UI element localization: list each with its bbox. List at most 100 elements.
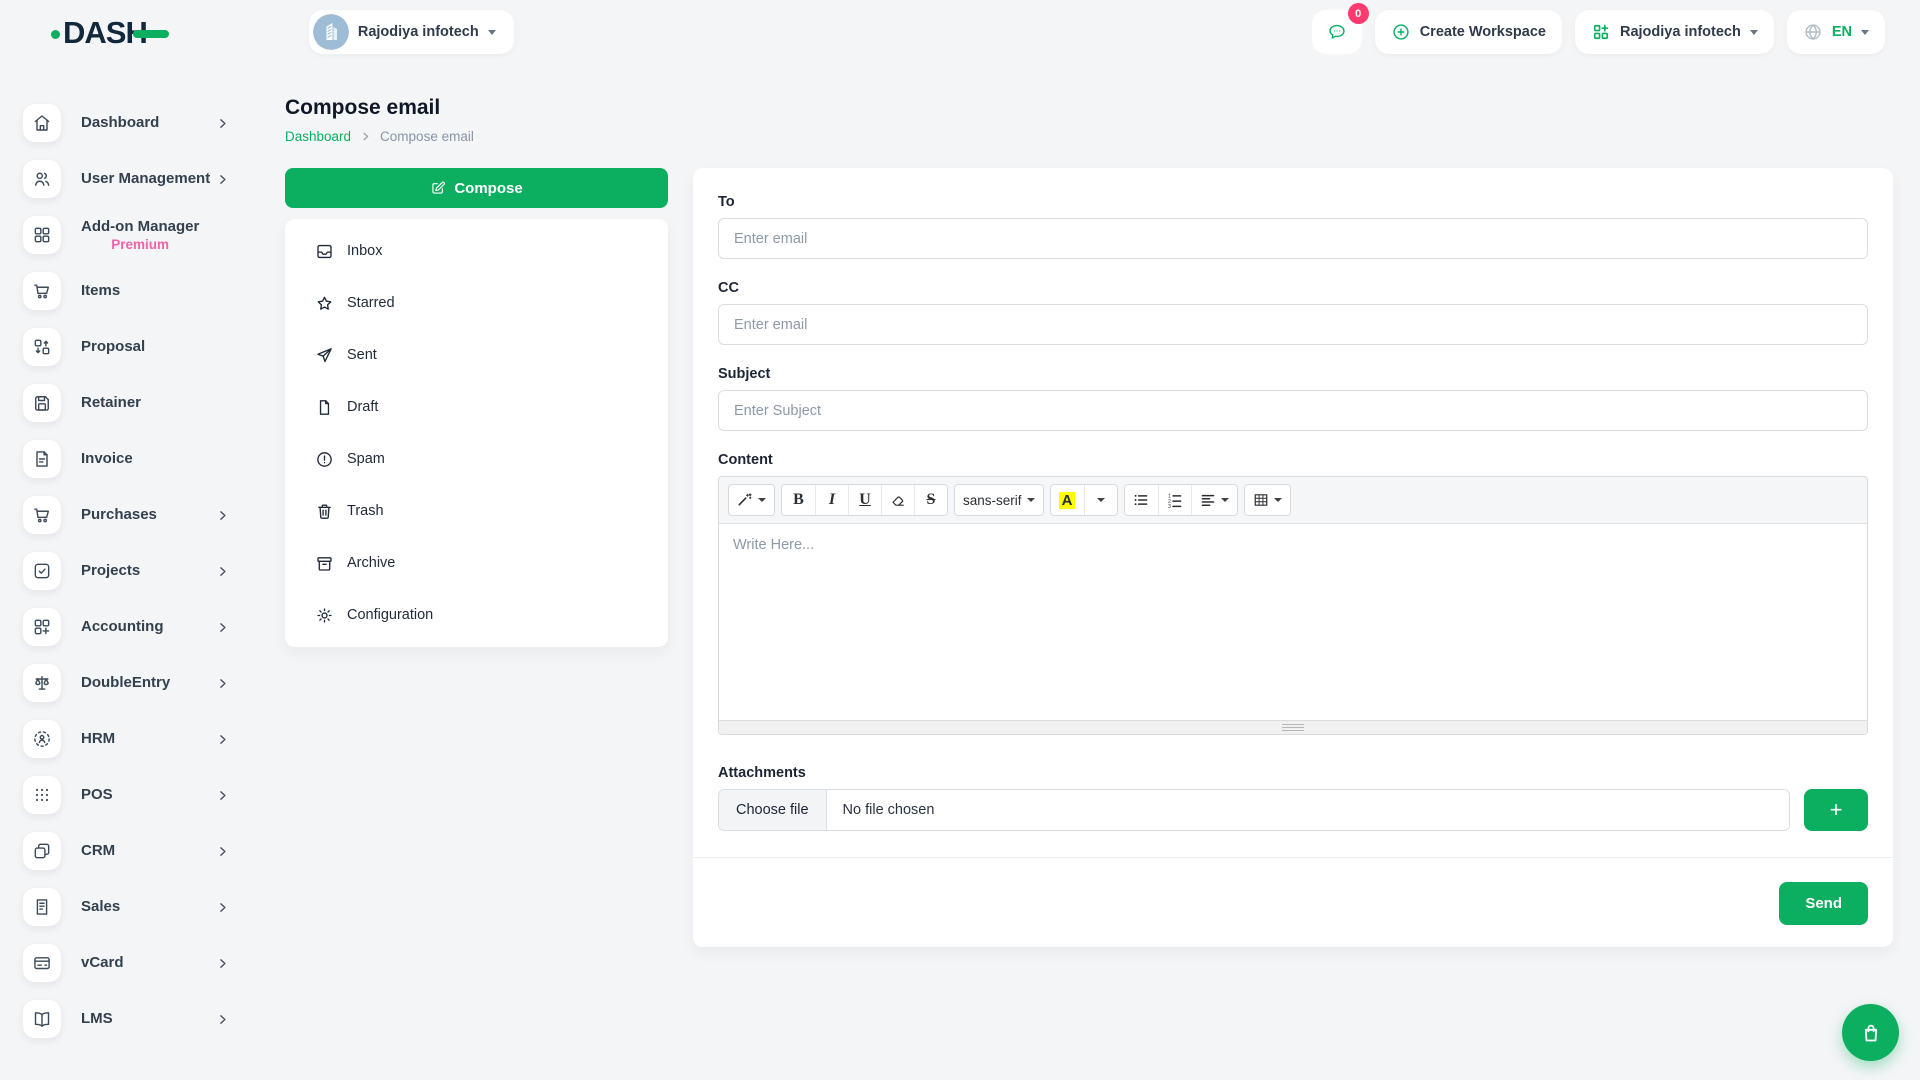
main-content: Compose email Dashboard Compose email Co… — [265, 58, 1920, 1080]
font-family-dropdown[interactable]: sans-serif — [955, 485, 1043, 515]
mail-folder-configuration[interactable]: Configuration — [285, 589, 668, 641]
premium-badge: Premium — [111, 237, 169, 252]
send-button[interactable]: Send — [1779, 882, 1868, 925]
sidebar-item-dashboard[interactable]: Dashboard — [23, 95, 265, 151]
page-title: Compose email — [285, 96, 1893, 120]
font-color-dropdown[interactable] — [1084, 485, 1117, 515]
inbox-icon — [315, 242, 334, 261]
unordered-list-button[interactable] — [1125, 485, 1158, 515]
workspace-selector[interactable]: Rajodiya infotech — [309, 10, 514, 54]
globe-icon — [1803, 22, 1823, 42]
top-bar: DASH Rajodiya infotech — [0, 0, 1920, 58]
chevron-right-icon — [216, 117, 229, 130]
subject-input[interactable] — [718, 390, 1868, 431]
bullet-list-icon — [1133, 492, 1149, 508]
underline-button[interactable]: U — [848, 485, 881, 515]
language-code: EN — [1832, 24, 1852, 40]
chevron-right-icon — [216, 789, 229, 802]
editor-text-area[interactable]: Write Here... — [719, 524, 1867, 720]
doubleentry-icon — [32, 673, 52, 693]
chevron-right-icon — [216, 509, 229, 522]
sidebar-item-proposal[interactable]: Proposal — [23, 319, 265, 375]
chat-icon — [1327, 22, 1347, 42]
breadcrumb-dashboard-link[interactable]: Dashboard — [285, 129, 351, 144]
choose-file-button[interactable]: Choose file — [719, 790, 827, 830]
sidebar-item-retainer[interactable]: Retainer — [23, 375, 265, 431]
style-dropdown-button[interactable] — [729, 485, 774, 515]
mail-folder-spam[interactable]: Spam — [285, 433, 668, 485]
chevron-right-icon — [216, 1013, 229, 1026]
mail-folder-starred[interactable]: Starred — [285, 277, 668, 329]
cc-input[interactable] — [718, 304, 1868, 345]
mail-folder-trash[interactable]: Trash — [285, 485, 668, 537]
mail-folder-inbox[interactable]: Inbox — [285, 225, 668, 277]
font-color-button[interactable]: A — [1051, 485, 1084, 515]
mail-folder-sent[interactable]: Sent — [285, 329, 668, 381]
dash-logo[interactable]: DASH — [55, 15, 169, 51]
sidebar-item-projects[interactable]: Projects — [23, 543, 265, 599]
mail-folder-archive[interactable]: Archive — [285, 537, 668, 589]
sidebar-item-purchases[interactable]: Purchases — [23, 487, 265, 543]
language-selector[interactable]: EN — [1787, 10, 1885, 54]
italic-button[interactable]: I — [815, 485, 848, 515]
purchases-icon — [32, 505, 52, 525]
workspace-avatar — [313, 14, 349, 50]
caret-down-icon — [758, 498, 766, 502]
clear-format-button[interactable] — [881, 485, 914, 515]
sidebar-item-hrm[interactable]: HRM — [23, 711, 265, 767]
chevron-right-icon — [216, 845, 229, 858]
paragraph-align-dropdown[interactable] — [1191, 485, 1237, 515]
sidebar-item-vcard[interactable]: vCard — [23, 935, 265, 991]
company-name: Rajodiya infotech — [1620, 24, 1741, 40]
table-dropdown[interactable] — [1245, 485, 1290, 515]
sales-icon — [32, 897, 52, 917]
sidebar-item-doubleentry[interactable]: DoubleEntry — [23, 655, 265, 711]
mailbox-sidebar: Compose Inbox Starred Sent — [285, 168, 668, 647]
create-workspace-button[interactable]: Create Workspace — [1375, 10, 1562, 54]
logo-bar — [133, 30, 169, 38]
compose-button[interactable]: Compose — [285, 168, 668, 208]
cart-icon — [32, 281, 52, 301]
sidebar-nav: Dashboard User Management Add-on Manager… — [23, 95, 265, 1047]
chevron-right-icon — [216, 621, 229, 634]
chevron-right-icon — [216, 565, 229, 578]
mail-folder-draft[interactable]: Draft — [285, 381, 668, 433]
header-actions: 0 Create Workspace Rajodiya infotech — [1312, 10, 1885, 54]
color-swatch-icon: A — [1059, 492, 1076, 509]
sidebar-item-lms[interactable]: LMS — [23, 991, 265, 1047]
sidebar-item-sales[interactable]: Sales — [23, 879, 265, 935]
bold-button[interactable]: B — [782, 485, 815, 515]
compose-label: Compose — [454, 180, 522, 197]
sidebar-item-crm[interactable]: CRM — [23, 823, 265, 879]
editor-resize-handle[interactable] — [719, 720, 1867, 734]
company-selector[interactable]: Rajodiya infotech — [1575, 10, 1774, 54]
sidebar-item-accounting[interactable]: Accounting — [23, 599, 265, 655]
eraser-icon — [890, 492, 906, 508]
ordered-list-button[interactable]: 1 2 3 — [1158, 485, 1191, 515]
invoice-icon — [32, 449, 52, 469]
lms-icon — [32, 1009, 52, 1029]
gear-icon — [315, 606, 334, 625]
draft-icon — [315, 398, 334, 417]
strikethrough-button[interactable]: S — [914, 485, 947, 515]
logo-dot — [51, 30, 60, 39]
sidebar-item-items[interactable]: Items — [23, 263, 265, 319]
to-label: To — [718, 194, 1868, 210]
caret-down-icon — [1221, 498, 1229, 502]
shop-fab-button[interactable] — [1842, 1004, 1899, 1061]
add-attachment-button[interactable]: + — [1804, 789, 1868, 831]
mail-folder-card: Inbox Starred Sent Draft — [285, 219, 668, 647]
compose-pencil-icon — [430, 180, 446, 196]
grid-plus-icon — [1591, 22, 1611, 42]
sidebar-item-add-on-manager[interactable]: Add-on Manager Premium — [23, 207, 265, 263]
chevron-right-icon — [360, 131, 371, 142]
attachment-file-input[interactable]: Choose file No file chosen — [718, 789, 1790, 831]
sidebar-item-invoice[interactable]: Invoice — [23, 431, 265, 487]
star-icon — [315, 294, 334, 313]
sidebar-item-user-management[interactable]: User Management — [23, 151, 265, 207]
shopping-bag-icon — [1859, 1021, 1883, 1045]
archive-icon — [315, 554, 334, 573]
sidebar-item-pos[interactable]: POS — [23, 767, 265, 823]
to-input[interactable] — [718, 218, 1868, 259]
messages-button[interactable]: 0 — [1312, 10, 1362, 54]
